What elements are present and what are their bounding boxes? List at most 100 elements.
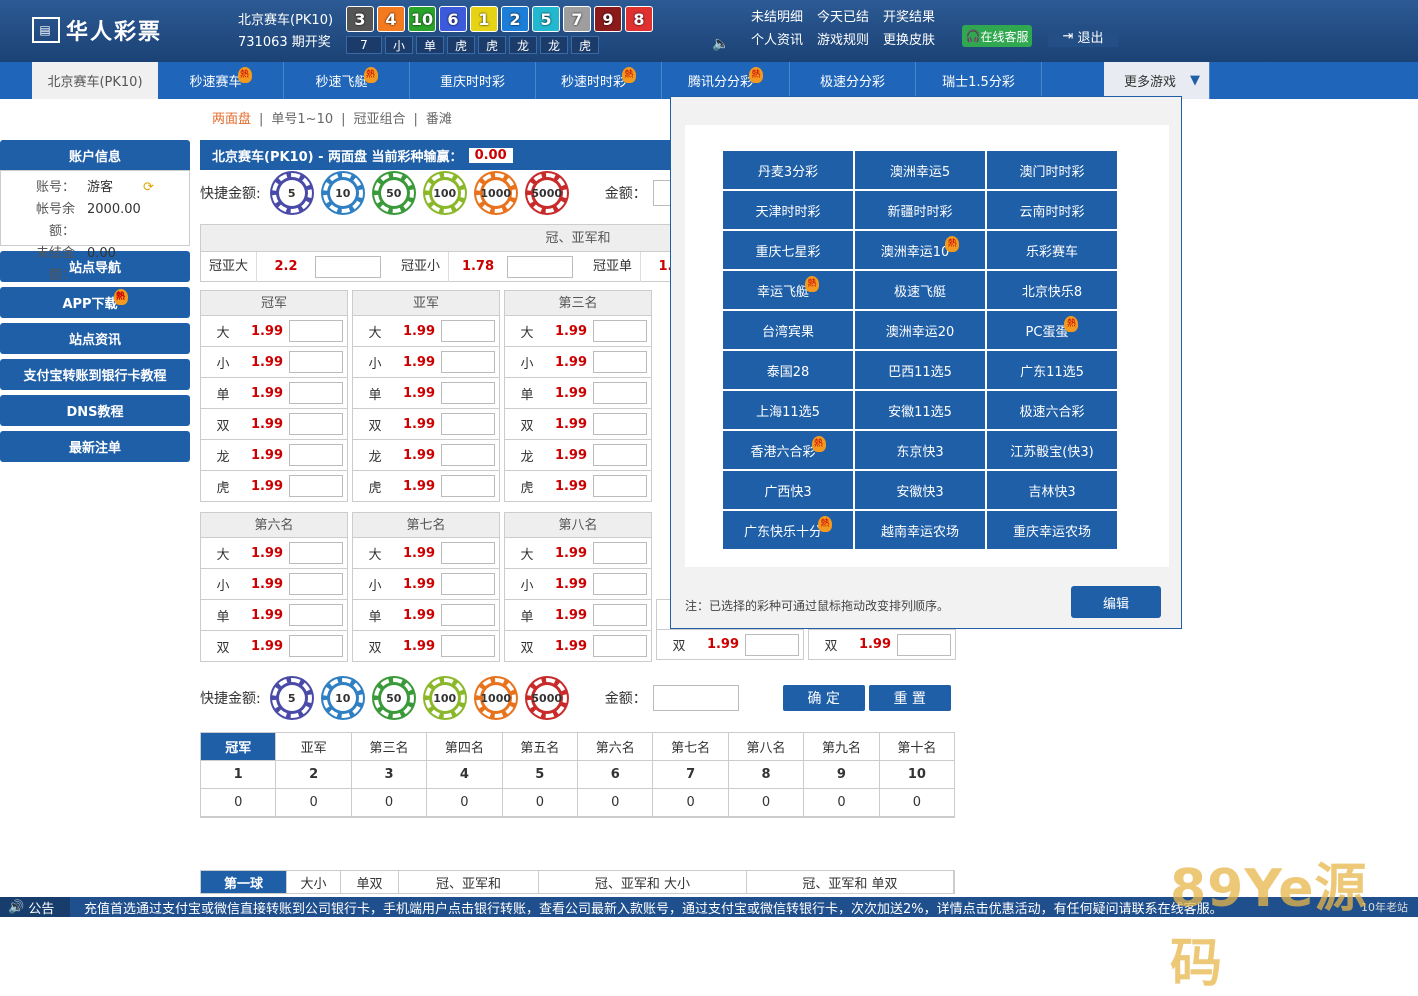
bet-input[interactable] — [897, 633, 951, 656]
nav-item[interactable]: 北京赛车(PK10) — [32, 62, 158, 99]
bet-input[interactable] — [289, 542, 343, 564]
bet-input[interactable] — [289, 444, 343, 466]
top-link[interactable]: 今天已结 — [817, 6, 869, 25]
bet-input[interactable] — [289, 475, 343, 497]
logo[interactable]: ▤ 华人彩票 — [32, 14, 162, 46]
rank-tab[interactable]: 第四名 — [427, 733, 503, 761]
sum-input[interactable] — [507, 255, 573, 278]
game-item[interactable]: 乐彩赛车 — [987, 231, 1117, 269]
bet-input[interactable] — [593, 542, 647, 564]
bet-input[interactable] — [289, 635, 343, 657]
rank-tab[interactable]: 第五名 — [502, 733, 579, 761]
game-item[interactable]: 重庆七星彩 — [723, 231, 853, 269]
rank-tab[interactable]: 冠军 — [201, 733, 277, 761]
game-item[interactable]: 天津时时彩 — [723, 191, 853, 229]
game-item[interactable]: 澳洲幸运10 熱 — [855, 231, 985, 269]
game-item[interactable]: 安徽快3 — [855, 471, 985, 509]
game-item[interactable]: 香港六合彩熱 — [723, 431, 853, 469]
bet-input[interactable] — [593, 351, 647, 373]
bet-input[interactable] — [593, 413, 647, 435]
game-item[interactable]: 澳洲幸运20 — [855, 311, 985, 349]
game-item[interactable]: 江苏骰宝(快3) — [987, 431, 1117, 469]
bet-input[interactable] — [289, 604, 343, 626]
logout-button[interactable]: ⇥ 退出 — [1048, 25, 1118, 47]
rank-tab[interactable]: 第九名 — [804, 733, 880, 761]
chip-icon[interactable]: 50 — [373, 173, 414, 213]
game-item[interactable]: 重庆幸运农场 — [987, 511, 1117, 549]
nav-item[interactable]: 秒速飞艇熱 — [284, 62, 410, 99]
subnav-item[interactable]: 冠亚组合 — [354, 112, 406, 127]
bet-input[interactable] — [593, 635, 647, 657]
subnav-item[interactable]: 番滩 — [426, 112, 452, 127]
sidebar-button[interactable]: APP下载熱 — [0, 287, 190, 318]
bet-input[interactable] — [593, 573, 647, 595]
chip-icon[interactable]: 100 — [424, 173, 465, 213]
bet-input[interactable] — [593, 320, 647, 342]
game-item[interactable]: 极速六合彩 — [987, 391, 1117, 429]
bet-input[interactable] — [441, 635, 495, 657]
game-item[interactable]: 泰国28 — [723, 351, 853, 389]
top-link[interactable]: 个人资讯 — [751, 29, 803, 48]
bottom-tab[interactable]: 冠、亚军和 单双 — [747, 871, 954, 893]
bet-input[interactable] — [441, 444, 495, 466]
confirm-button[interactable]: 确 定 — [782, 685, 865, 711]
bet-input[interactable] — [289, 351, 343, 373]
chip-icon[interactable]: 10 — [322, 173, 363, 213]
top-link[interactable]: 未结明细 — [751, 6, 803, 25]
game-item[interactable]: 台湾宾果 — [723, 311, 853, 349]
chip-icon[interactable]: 5 — [271, 173, 312, 213]
bottom-tab[interactable]: 第一球 — [201, 871, 287, 893]
bet-input[interactable] — [289, 413, 343, 435]
chip-icon[interactable]: 1000 — [475, 173, 516, 213]
chip-icon[interactable]: 5 — [271, 678, 312, 718]
bet-input[interactable] — [593, 475, 647, 497]
bet-input[interactable] — [441, 413, 495, 435]
game-item[interactable]: 广东快乐十分熱 — [723, 511, 853, 549]
nav-item[interactable]: 极速分分彩 — [790, 62, 916, 99]
rank-tab[interactable]: 第三名 — [351, 733, 428, 761]
game-item[interactable]: 广东11选5 — [987, 351, 1117, 389]
game-item[interactable]: 丹麦3分彩 — [723, 151, 853, 189]
bet-input[interactable] — [441, 542, 495, 564]
rank-tab[interactable]: 第八名 — [728, 733, 805, 761]
game-item[interactable]: 东京快3 — [855, 431, 985, 469]
bottom-tab[interactable]: 大小 — [287, 871, 341, 893]
bet-input[interactable] — [289, 320, 343, 342]
rank-tab[interactable]: 亚军 — [276, 733, 352, 761]
nav-item[interactable]: 秒速时时彩熱 — [536, 62, 662, 99]
rank-tab[interactable]: 第六名 — [578, 733, 654, 761]
bet-input[interactable] — [441, 382, 495, 404]
rank-tab[interactable]: 第七名 — [653, 733, 729, 761]
chip-icon[interactable]: 1000 — [475, 678, 516, 718]
bet-input[interactable] — [593, 444, 647, 466]
game-item[interactable]: 北京快乐8 — [987, 271, 1117, 309]
game-item[interactable]: 澳门时时彩 — [987, 151, 1117, 189]
bet-input[interactable] — [745, 633, 799, 656]
bet-input[interactable] — [593, 604, 647, 626]
rank-tab[interactable]: 第十名 — [879, 733, 955, 761]
game-item[interactable]: 上海11选5 — [723, 391, 853, 429]
bottom-tab[interactable]: 冠、亚军和 大小 — [539, 871, 747, 893]
bet-input[interactable] — [441, 475, 495, 497]
nav-item[interactable]: 重庆时时彩 — [410, 62, 536, 99]
chip-icon[interactable]: 100 — [424, 678, 465, 718]
subnav-item[interactable]: 单号1~10 — [271, 112, 333, 127]
chip-icon[interactable]: 50 — [373, 678, 414, 718]
game-item[interactable]: 巴西11选5 — [855, 351, 985, 389]
bet-input[interactable] — [289, 573, 343, 595]
game-item[interactable]: 澳洲幸运5 — [855, 151, 985, 189]
top-link[interactable]: 游戏规则 — [817, 29, 869, 48]
sidebar-button[interactable]: 站点资讯 — [0, 323, 190, 354]
game-item[interactable]: 越南幸运农场 — [855, 511, 985, 549]
game-item[interactable]: 极速飞艇 — [855, 271, 985, 309]
game-item[interactable]: 吉林快3 — [987, 471, 1117, 509]
edit-button[interactable]: 编辑 — [1071, 586, 1161, 618]
bet-input[interactable] — [441, 351, 495, 373]
sidebar-button[interactable]: 支付宝转账到银行卡教程 — [0, 359, 190, 390]
top-link[interactable]: 开奖结果 — [883, 6, 935, 25]
top-link[interactable]: 更换皮肤 — [883, 29, 935, 48]
subnav-item[interactable]: 两面盘 — [212, 112, 251, 127]
sum-input[interactable] — [315, 255, 381, 278]
bet-input[interactable] — [441, 320, 495, 342]
nav-item[interactable]: 瑞士1.5分彩 — [916, 62, 1042, 99]
